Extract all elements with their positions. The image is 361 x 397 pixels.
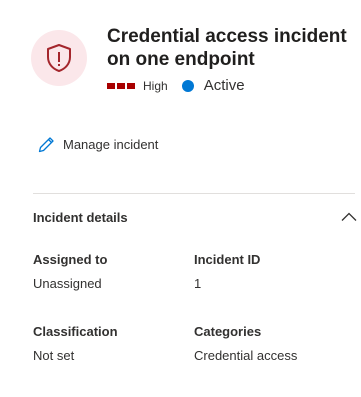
field-incident-id: Incident ID 1 (194, 252, 260, 292)
field-label: Assigned to (33, 252, 108, 267)
field-value: Unassigned (33, 276, 102, 291)
severity-bar (127, 82, 135, 89)
manage-incident-button[interactable]: Manage incident (38, 136, 158, 153)
incident-status-row: High Active (107, 77, 357, 94)
field-assigned-to: Assigned to Unassigned (33, 252, 107, 292)
status-dot (181, 79, 194, 92)
field-label: Incident ID (194, 252, 261, 267)
incident-icon-badge (31, 30, 87, 86)
pencil-icon (38, 137, 54, 153)
field-label: Classification (33, 324, 118, 339)
field-value: Not set (33, 348, 75, 363)
status-label: Active (203, 77, 245, 94)
chevron-up-icon[interactable] (341, 212, 357, 222)
field-label: Categories (194, 324, 262, 339)
field-value: Credential access (194, 348, 298, 363)
severity-bar (117, 82, 125, 89)
section-divider (33, 193, 355, 194)
severity-indicator (107, 82, 135, 89)
manage-incident-label: Manage incident (63, 137, 159, 152)
section-title: Incident details (33, 209, 128, 225)
field-value: 1 (194, 276, 202, 291)
incident-header: Credential access incident on one endpoi… (31, 26, 357, 94)
shield-alert-icon (47, 44, 71, 72)
severity-label: High (143, 78, 168, 93)
incident-header-text: Credential access incident on one endpoi… (107, 25, 357, 94)
incident-title: Credential access incident on one endpoi… (107, 26, 347, 70)
field-classification: Classification Not set (33, 324, 118, 364)
severity-bar (107, 82, 115, 89)
field-categories: Categories Credential access (194, 324, 297, 364)
incident-details-header[interactable]: Incident details (33, 206, 357, 228)
